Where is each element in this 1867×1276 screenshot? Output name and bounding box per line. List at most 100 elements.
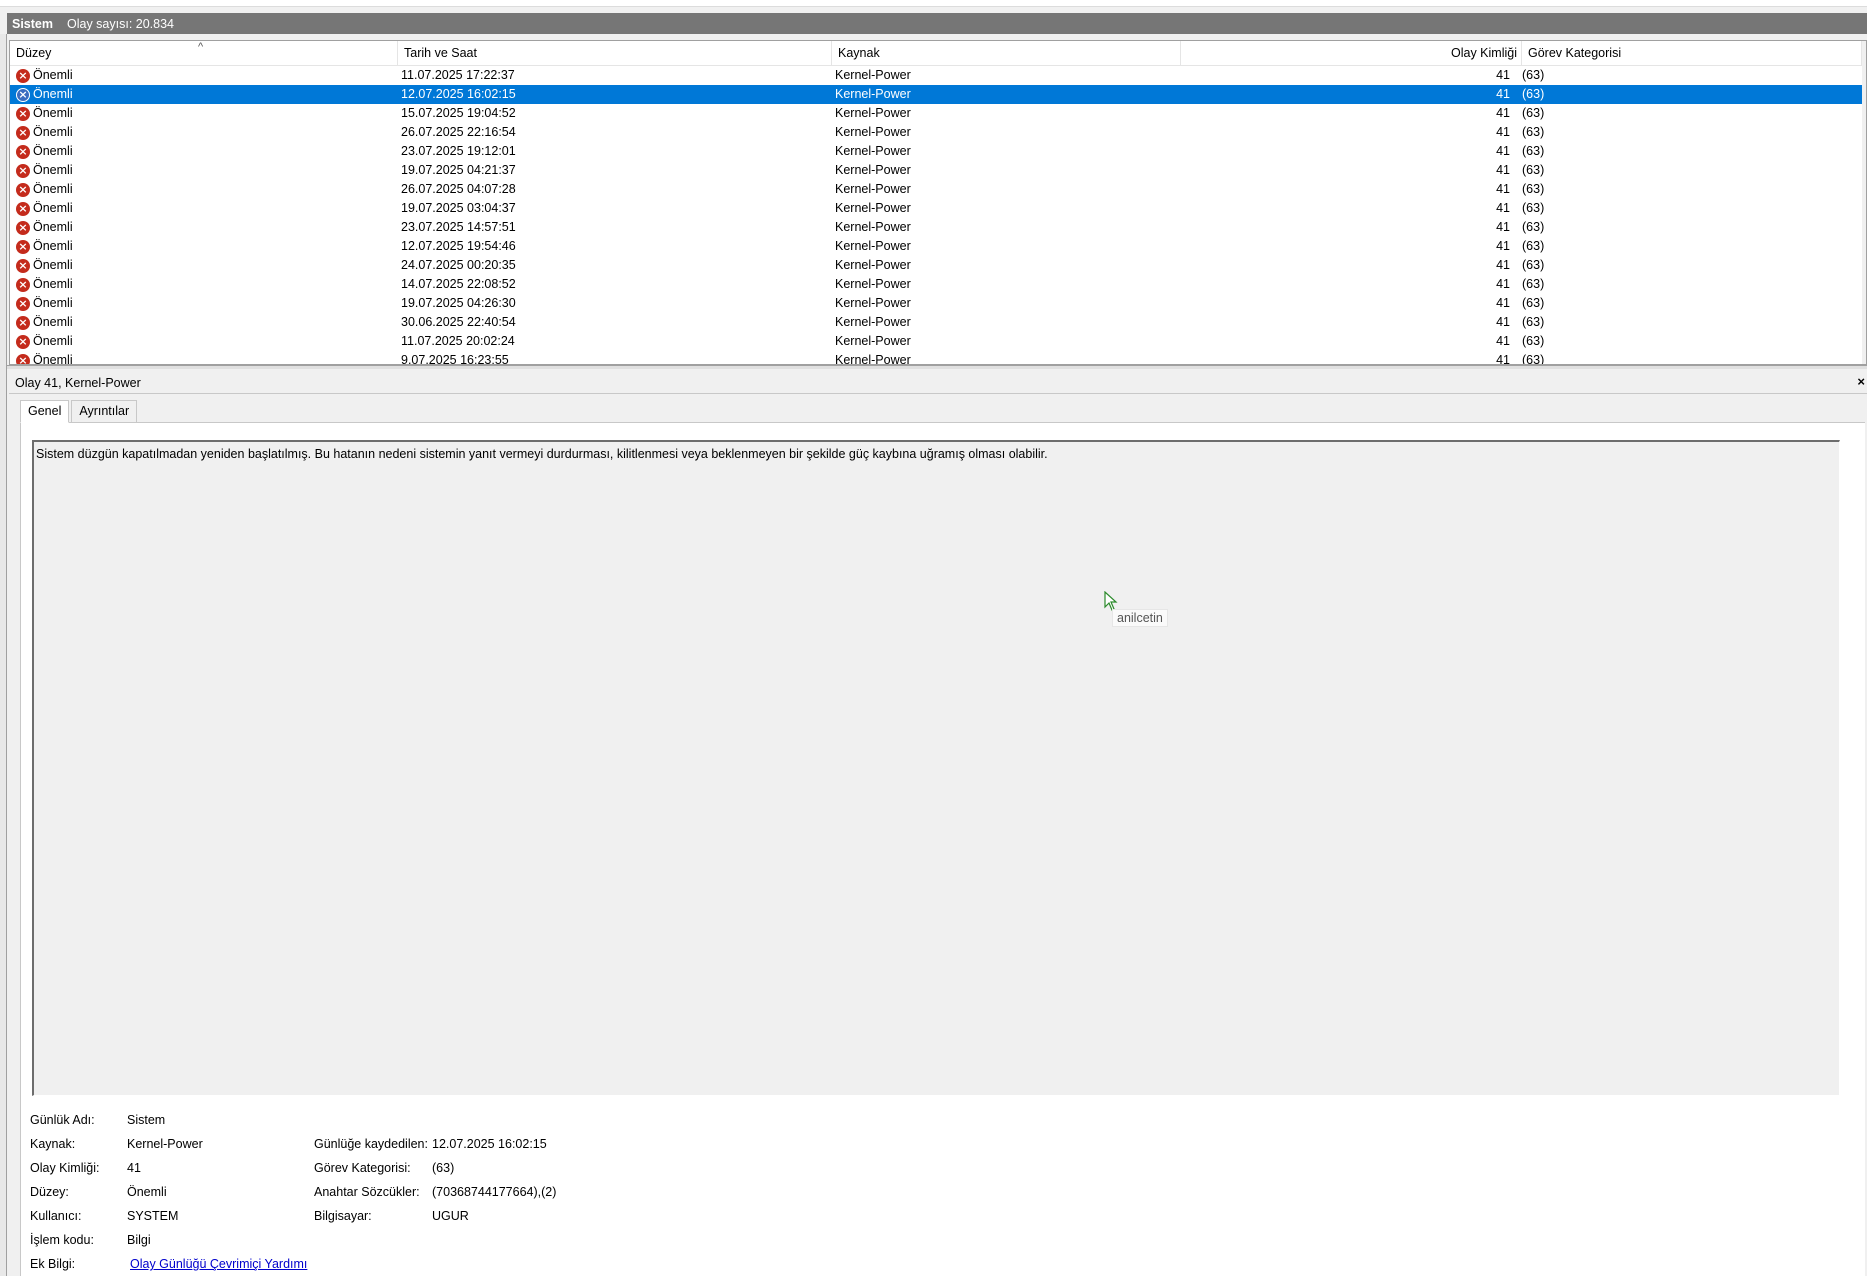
row-task-category-cell: (63)	[1522, 334, 1545, 348]
column-header-source[interactable]: Kaynak	[832, 41, 1181, 66]
row-level-cell: × Önemli	[14, 351, 394, 364]
column-header-event-id[interactable]: Olay Kimliği	[1181, 41, 1522, 66]
row-event-id-cell: 41	[1496, 125, 1510, 139]
row-task-category-cell: (63)	[1522, 106, 1545, 120]
table-row[interactable]: × Önemli 23.07.2025 14:57:51 Kernel-Power 41…	[10, 218, 1866, 237]
prop-level-value: Önemli	[127, 1185, 167, 1199]
row-event-id-cell: 41	[1496, 220, 1510, 234]
row-level-cell: × Önemli	[14, 332, 394, 351]
row-datetime-cell: 23.07.2025 19:12:01	[401, 144, 516, 158]
row-task-category-cell: (63)	[1522, 220, 1545, 234]
column-header-datetime[interactable]: Tarih ve Saat	[398, 41, 832, 66]
table-row[interactable]: × Önemli 23.07.2025 19:12:01 Kernel-Power 41…	[10, 142, 1866, 161]
row-level-cell: × Önemli	[14, 218, 394, 237]
prop-event-id-label: Olay Kimliği:	[30, 1161, 100, 1175]
column-level-label: Düzey	[16, 46, 52, 60]
table-row[interactable]: × Önemli 26.07.2025 22:16:54 Kernel-Power 41…	[10, 123, 1866, 142]
row-event-id-cell: 41	[1496, 106, 1510, 120]
row-datetime-cell: 19.07.2025 03:04:37	[401, 201, 516, 215]
event-viewer-window: Sistem Olay sayısı: 20.834 Düzey ^ Tarih…	[0, 0, 1867, 1276]
error-icon: ×	[16, 106, 30, 121]
prop-logged-label: Günlüğe kaydedilen:	[314, 1137, 428, 1151]
mouse-pointer-icon	[1104, 591, 1118, 611]
row-source-cell: Kernel-Power	[835, 296, 911, 310]
table-row[interactable]: × Önemli 19.07.2025 03:04:37 Kernel-Power 41…	[10, 199, 1866, 218]
close-icon[interactable]: ×	[1857, 374, 1865, 389]
row-event-id-cell: 41	[1496, 353, 1510, 365]
row-datetime-cell: 12.07.2025 16:02:15	[401, 87, 516, 101]
error-icon: ×	[16, 315, 30, 330]
row-datetime-cell: 26.07.2025 04:07:28	[401, 182, 516, 196]
table-row[interactable]: × Önemli 14.07.2025 22:08:52 Kernel-Power 41…	[10, 275, 1866, 294]
event-description[interactable]: Sistem düzgün kapatılmadan yeniden başla…	[32, 440, 1840, 1096]
error-icon: ×	[16, 296, 30, 311]
row-level-cell: × Önemli	[14, 256, 394, 275]
error-icon: ×	[16, 258, 30, 273]
row-level-label: Önemli	[33, 182, 73, 196]
column-header-task-category[interactable]: Görev Kategorisi	[1522, 41, 1862, 66]
table-row[interactable]: × Önemli 11.07.2025 17:22:37 Kernel-Power 41…	[10, 66, 1866, 85]
top-strip	[0, 0, 1867, 7]
row-source-cell: Kernel-Power	[835, 144, 911, 158]
detail-header: Olay 41, Kernel-Power ×	[9, 372, 1867, 394]
table-row[interactable]: × Önemli 26.07.2025 04:07:28 Kernel-Power 41…	[10, 180, 1866, 199]
prop-event-id-value: 41	[127, 1161, 141, 1175]
table-row[interactable]: × Önemli 12.07.2025 16:02:15 Kernel-Power 41…	[10, 85, 1862, 104]
column-datetime-label: Tarih ve Saat	[404, 46, 477, 60]
row-level-label: Önemli	[33, 163, 73, 177]
column-event-id-label: Olay Kimliği	[1451, 46, 1517, 60]
table-row[interactable]: × Önemli 19.07.2025 04:21:37 Kernel-Power 41…	[10, 161, 1866, 180]
row-level-label: Önemli	[33, 296, 73, 310]
row-task-category-cell: (63)	[1522, 68, 1545, 82]
row-datetime-cell: 19.07.2025 04:21:37	[401, 163, 516, 177]
row-datetime-cell: 23.07.2025 14:57:51	[401, 220, 516, 234]
table-row[interactable]: × Önemli 24.07.2025 00:20:35 Kernel-Power 41…	[10, 256, 1866, 275]
row-event-id-cell: 41	[1496, 182, 1510, 196]
row-source-cell: Kernel-Power	[835, 334, 911, 348]
row-task-category-cell: (63)	[1522, 239, 1545, 253]
row-task-category-cell: (63)	[1522, 182, 1545, 196]
panel-splitter[interactable]	[7, 365, 1867, 369]
row-level-label: Önemli	[33, 220, 73, 234]
row-event-id-cell: 41	[1496, 68, 1510, 82]
tooltip: anilcetin	[1112, 609, 1168, 627]
error-icon: ×	[16, 353, 30, 364]
row-datetime-cell: 14.07.2025 22:08:52	[401, 277, 516, 291]
row-datetime-cell: 24.07.2025 00:20:35	[401, 258, 516, 272]
row-event-id-cell: 41	[1496, 277, 1510, 291]
row-level-label: Önemli	[33, 201, 73, 215]
list-scrollbar[interactable]	[1862, 41, 1866, 364]
error-icon: ×	[16, 334, 30, 349]
prop-opcode-value: Bilgi	[127, 1233, 151, 1247]
events-list[interactable]: Düzey ^ Tarih ve Saat Kaynak Olay Kimliğ…	[9, 40, 1867, 365]
row-level-label: Önemli	[33, 144, 73, 158]
row-level-cell: × Önemli	[14, 142, 394, 161]
table-row[interactable]: × Önemli 12.07.2025 19:54:46 Kernel-Power 41…	[10, 237, 1866, 256]
tab-details[interactable]: Ayrıntılar	[71, 400, 138, 422]
error-icon: ×	[16, 125, 30, 140]
row-level-label: Önemli	[33, 315, 73, 329]
row-level-label: Önemli	[33, 277, 73, 291]
row-level-label: Önemli	[33, 106, 73, 120]
table-row[interactable]: × Önemli 15.07.2025 19:04:52 Kernel-Power 41…	[10, 104, 1866, 123]
table-row[interactable]: × Önemli 30.06.2025 22:40:54 Kernel-Power 41…	[10, 313, 1866, 332]
row-datetime-cell: 19.07.2025 04:26:30	[401, 296, 516, 310]
row-level-label: Önemli	[33, 87, 73, 101]
row-level-cell: × Önemli	[14, 161, 394, 180]
prop-keywords-value: (70368744177664),(2)	[432, 1185, 557, 1199]
row-level-cell: × Önemli	[14, 275, 394, 294]
row-datetime-cell: 12.07.2025 19:54:46	[401, 239, 516, 253]
row-level-label: Önemli	[33, 258, 73, 272]
tab-general[interactable]: Genel	[20, 400, 70, 423]
column-header-level[interactable]: Düzey ^	[10, 41, 398, 66]
online-help-link[interactable]: Olay Günlüğü Çevrimiçi Yardımı	[130, 1254, 307, 1274]
prop-task-category-value: (63)	[432, 1161, 455, 1175]
table-row[interactable]: × Önemli 19.07.2025 04:26:30 Kernel-Power 41…	[10, 294, 1866, 313]
row-event-id-cell: 41	[1496, 144, 1510, 158]
table-row[interactable]: × Önemli 9.07.2025 16:23:55 Kernel-Power 41 (…	[10, 351, 1866, 365]
row-level-cell: × Önemli	[14, 313, 394, 332]
table-row[interactable]: × Önemli 11.07.2025 20:02:24 Kernel-Power 41…	[10, 332, 1866, 351]
event-description-text: Sistem düzgün kapatılmadan yeniden başla…	[36, 447, 1048, 461]
sort-ascending-icon: ^	[198, 41, 204, 53]
error-icon: ×	[16, 201, 30, 216]
